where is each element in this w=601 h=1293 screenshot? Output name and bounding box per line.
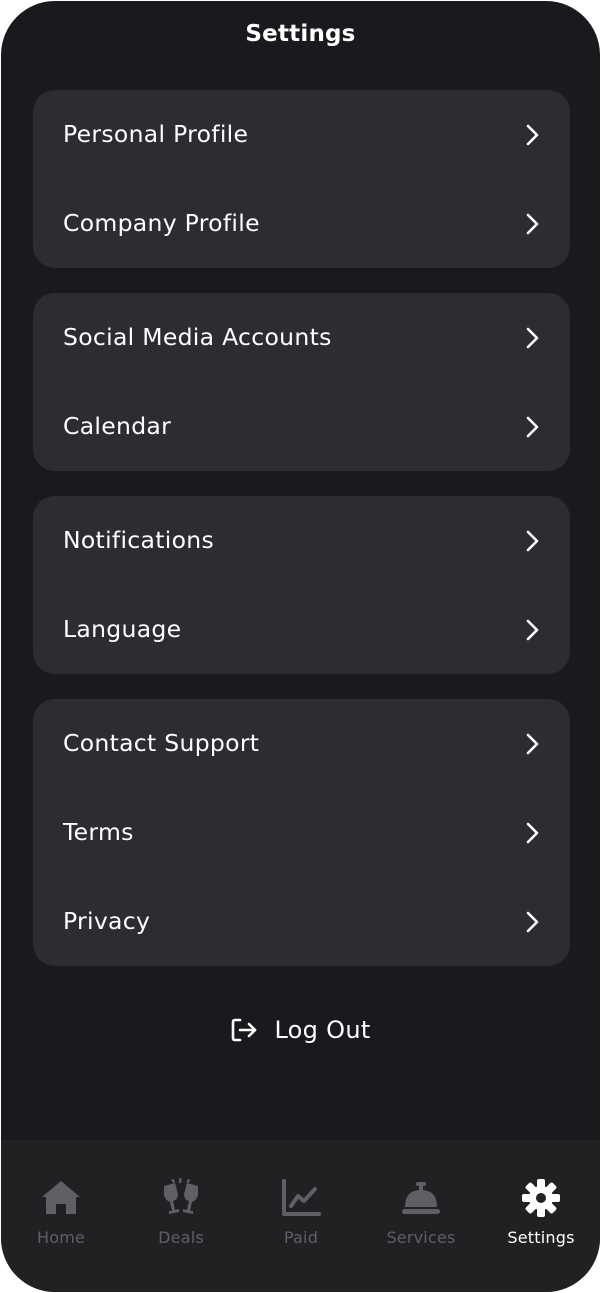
tab-label: Paid	[283, 1228, 319, 1247]
tab-label: Home	[36, 1228, 86, 1247]
settings-item-calendar[interactable]: Calendar	[33, 382, 570, 471]
settings-item-label: Terms	[63, 818, 134, 846]
settings-item-personal-profile[interactable]: Personal Profile	[33, 90, 570, 179]
chevron-right-icon	[526, 213, 539, 235]
settings-item-language[interactable]: Language	[33, 585, 570, 674]
settings-item-privacy[interactable]: Privacy	[33, 877, 570, 966]
logout-icon	[232, 1018, 257, 1042]
home-icon	[42, 1181, 80, 1214]
settings-item-label: Personal Profile	[63, 120, 249, 148]
chevron-right-icon	[526, 733, 539, 755]
chevron-right-icon	[526, 530, 539, 552]
settings-item-label: Company Profile	[63, 209, 260, 237]
bottom-tab-bar: Home Deals Paid Services Settings	[1, 1140, 600, 1292]
settings-group-accounts: Social Media Accounts Calendar	[33, 293, 570, 471]
chevron-right-icon	[526, 124, 539, 146]
tab-label: Services	[386, 1228, 456, 1247]
phone-screen: Settings Personal Profile Company Profil…	[1, 1, 600, 1292]
chevron-right-icon	[526, 822, 539, 844]
settings-item-contact-support[interactable]: Contact Support	[33, 699, 570, 788]
logout-button[interactable]: Log Out	[1, 1011, 600, 1049]
chevron-right-icon	[526, 416, 539, 438]
settings-item-label: Contact Support	[63, 729, 260, 757]
settings-item-label: Language	[63, 615, 182, 643]
settings-item-label: Calendar	[63, 412, 172, 440]
chevron-right-icon	[526, 619, 539, 641]
tab-paid[interactable]: Paid	[241, 1176, 361, 1256]
tab-deals[interactable]: Deals	[121, 1176, 241, 1256]
logout-label: Log Out	[274, 1016, 371, 1044]
champagne-glasses-icon	[164, 1178, 198, 1214]
settings-group-profile: Personal Profile Company Profile	[33, 90, 570, 268]
page-title: Settings	[245, 21, 356, 47]
tab-services[interactable]: Services	[361, 1176, 481, 1256]
settings-item-label: Privacy	[63, 907, 151, 935]
gear-icon	[522, 1179, 560, 1217]
settings-group-preferences: Notifications Language	[33, 496, 570, 674]
settings-item-notifications[interactable]: Notifications	[33, 496, 570, 585]
chevron-right-icon	[526, 327, 539, 349]
tab-label: Settings	[507, 1228, 575, 1247]
settings-item-company-profile[interactable]: Company Profile	[33, 179, 570, 268]
settings-item-label: Notifications	[63, 526, 214, 554]
tab-settings[interactable]: Settings	[481, 1176, 600, 1256]
settings-item-terms[interactable]: Terms	[33, 788, 570, 877]
chevron-right-icon	[526, 911, 539, 933]
tab-label: Deals	[158, 1228, 204, 1247]
tab-home[interactable]: Home	[1, 1176, 121, 1256]
settings-group-support: Contact Support Terms Privacy	[33, 699, 570, 966]
service-bell-icon	[402, 1182, 440, 1214]
line-chart-icon	[282, 1179, 321, 1216]
settings-item-label: Social Media Accounts	[63, 323, 332, 351]
settings-item-social-media-accounts[interactable]: Social Media Accounts	[33, 293, 570, 382]
